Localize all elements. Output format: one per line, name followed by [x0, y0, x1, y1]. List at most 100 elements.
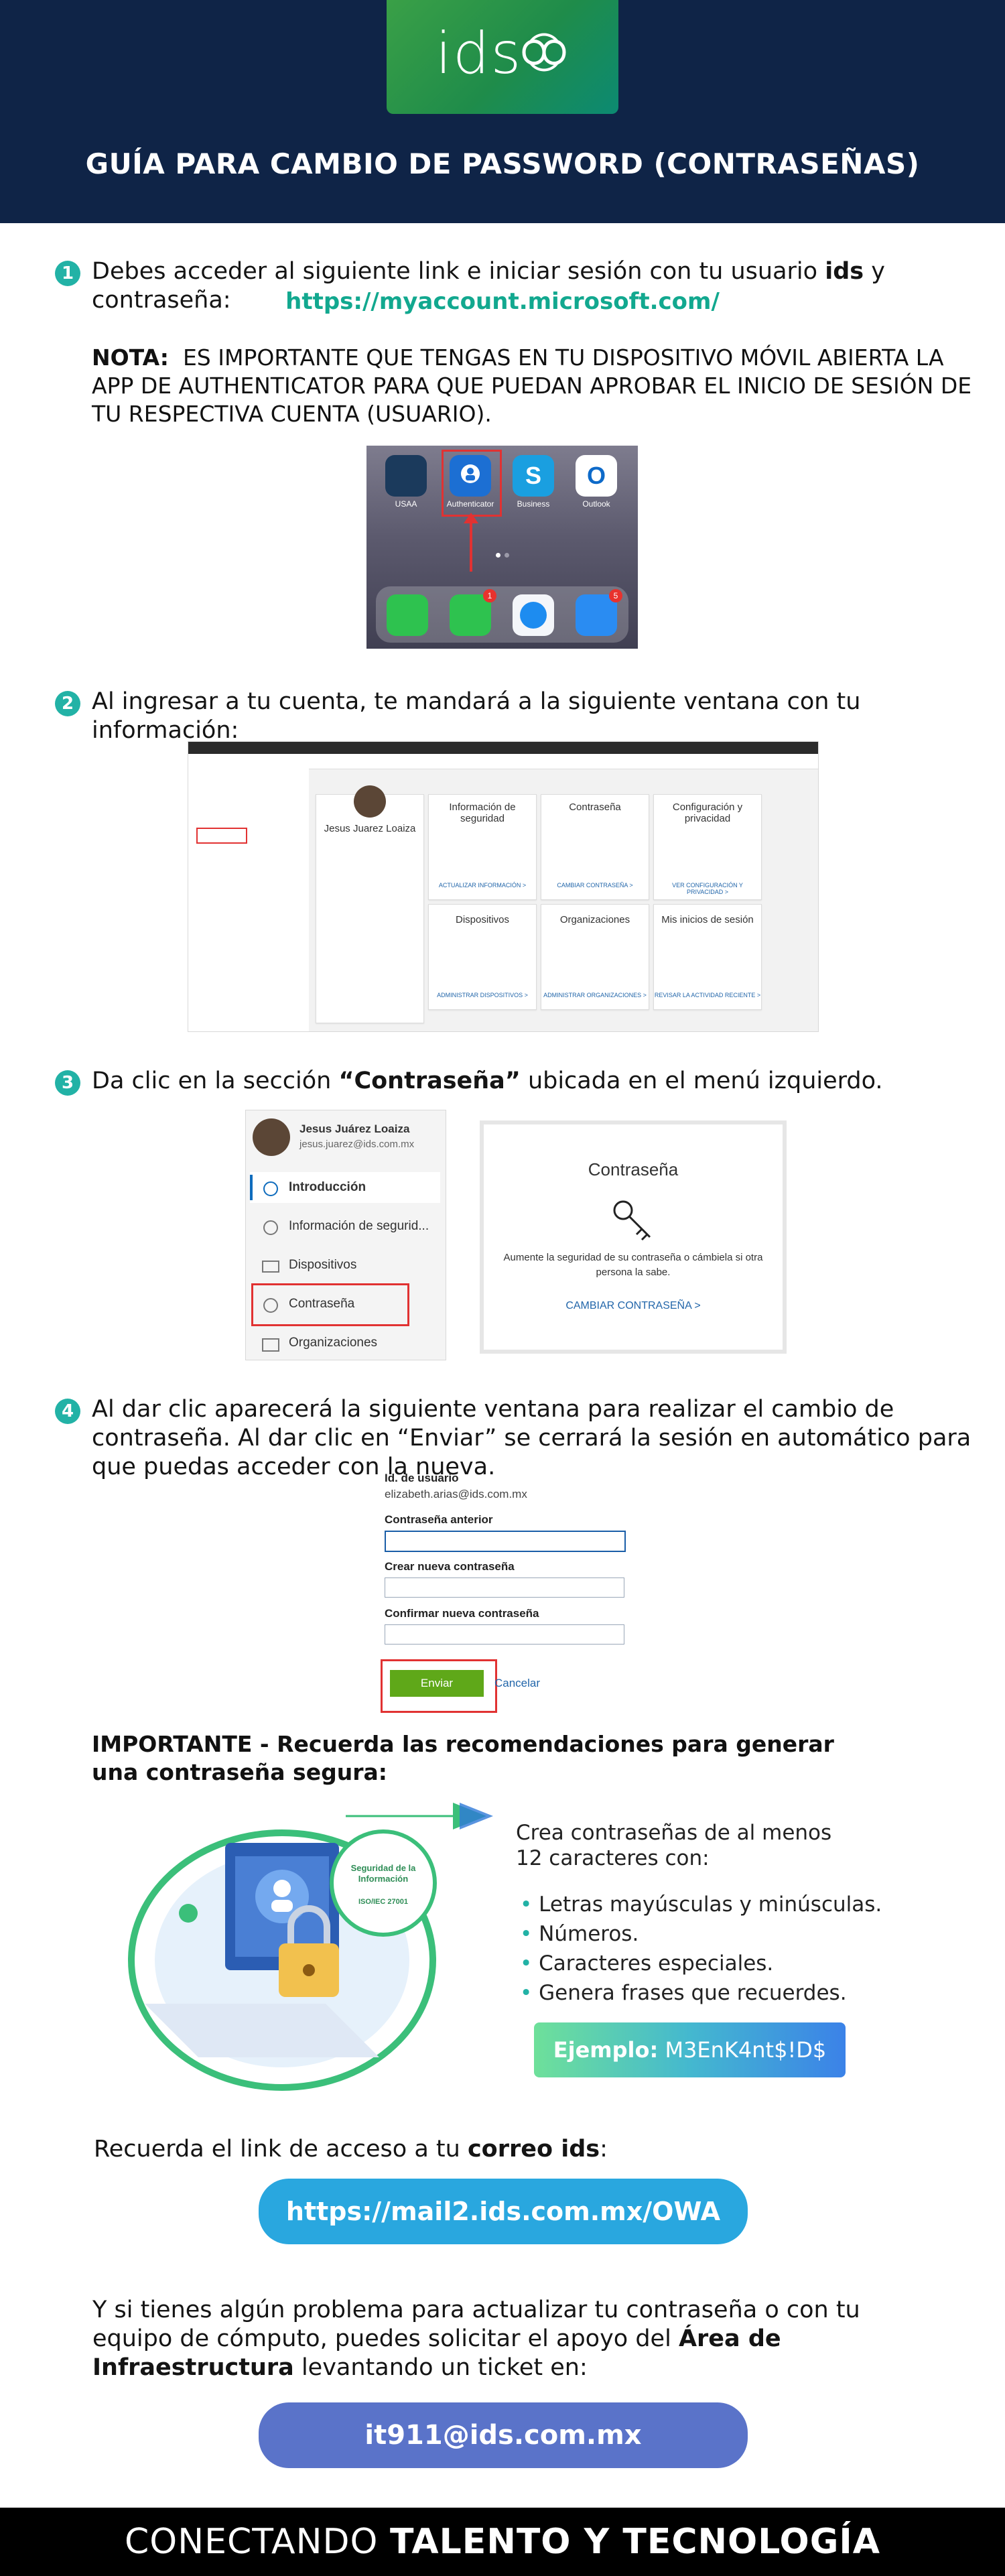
recommendation-intro: Crea contraseñas de al menos 12 caracter…: [516, 1821, 832, 1870]
tile-link[interactable]: REVISAR LA ACTIVIDAD RECIENTE >: [654, 992, 761, 999]
change-password-form: Id. de usuario elizabeth.arias@ids.com.m…: [381, 1472, 639, 1713]
step-3-text-bold: “Contraseña”: [338, 1068, 521, 1094]
page-dot: [496, 553, 500, 558]
left-nav: [188, 769, 309, 1031]
list-item-text: Números.: [539, 1922, 639, 1946]
app-label: Outlook: [582, 499, 610, 509]
security-illustration: [128, 1803, 493, 2091]
step-4-text: Al dar clic aparecerá la siguiente venta…: [92, 1396, 972, 1480]
note-label: NOTA:: [92, 344, 169, 371]
app-label: USAA: [395, 499, 417, 509]
new-password-label: Crear nueva contraseña: [385, 1560, 515, 1573]
support-text-b: levantando un ticket en:: [293, 2354, 588, 2381]
note-text: ES IMPORTANTE QUE TENGAS EN TU DISPOSITI…: [92, 344, 972, 427]
person-icon: [263, 1181, 278, 1196]
avatar: [354, 785, 386, 818]
change-password-link[interactable]: CAMBIAR CONTRASEÑA >: [484, 1300, 783, 1312]
menu-item-intro[interactable]: Introducción: [289, 1180, 366, 1195]
list-item: • Números.: [520, 1922, 639, 1946]
tile-title: Contraseña: [569, 801, 621, 813]
authenticator-highlight: [442, 450, 502, 517]
skype-business-icon: S: [513, 455, 554, 497]
old-password-input[interactable]: [385, 1531, 626, 1552]
mail-text-bold: correo ids: [467, 2136, 600, 2163]
step-3-text-b: ubicada en el menú izquierdo.: [520, 1068, 883, 1094]
myaccount-screenshot: Jesus Juarez Loaiza Información de segur…: [188, 741, 819, 1032]
security-icon: [263, 1220, 278, 1235]
messages-badge: 1: [483, 589, 496, 602]
menu-item-devices[interactable]: Dispositivos: [289, 1258, 356, 1273]
step-3-number: 3: [55, 1070, 80, 1096]
user-email: jesus.juarez@ids.com.mx: [299, 1139, 415, 1150]
tile-link[interactable]: CAMBIAR CONTRASEÑA >: [541, 882, 649, 889]
seal-iso: ISO/IEC 27001: [358, 1898, 408, 1906]
mail-badge: 5: [609, 589, 622, 602]
step-4-number: 4: [55, 1399, 80, 1424]
side-menu-screenshot: Jesus Juárez Loaiza jesus.juarez@ids.com…: [245, 1110, 446, 1360]
mail-text: Recuerda el link de acceso a tu correo i…: [94, 2135, 965, 2164]
user-id-value: elizabeth.arias@ids.com.mx: [385, 1488, 527, 1500]
avatar: [253, 1118, 290, 1156]
mail-text-a: Recuerda el link de acceso a tu: [94, 2136, 468, 2163]
profile-name: Jesus Juarez Loaiza: [324, 823, 416, 834]
arrow-head: [464, 513, 478, 523]
tile-link[interactable]: ADMINISTRAR DISPOSITIVOS >: [429, 992, 536, 999]
active-indicator: [250, 1175, 253, 1200]
step-1-text-a: Debes acceder al siguiente link e inicia…: [92, 258, 825, 285]
tile-link[interactable]: ADMINISTRAR ORGANIZACIONES >: [541, 992, 649, 999]
card-title: Contraseña: [588, 1159, 679, 1179]
list-item-text: Letras mayúsculas y minúsculas.: [539, 1892, 882, 1917]
menu-item-password[interactable]: Contraseña: [289, 1297, 354, 1311]
tile-title: Información de seguridad: [449, 801, 516, 824]
password-card[interactable]: Contraseña Aumente la seguridad de su co…: [480, 1120, 787, 1354]
tile-link[interactable]: VER CONFIGURACIÓN Y PRIVACIDAD >: [654, 882, 761, 895]
authenticator-screenshot: USAA Authenticator S Business O Outlook …: [366, 446, 638, 649]
list-item: • Caracteres especiales.: [520, 1951, 774, 1976]
menu-item-security[interactable]: Información de segurid...: [289, 1219, 429, 1234]
footer-text-bold: TALENTO Y TECNOLOGÍA: [389, 2522, 881, 2562]
tile-security[interactable]: Información de seguridad ACTUALIZAR INFO…: [428, 794, 537, 900]
tile-organizations[interactable]: Organizaciones ADMINISTRAR ORGANIZACIONE…: [541, 904, 649, 1010]
tile-title: Dispositivos: [455, 914, 510, 925]
important-note: IMPORTANTE - Recuerda las recomendacione…: [92, 1730, 882, 1787]
note: NOTA: ES IMPORTANTE QUE TENGAS EN TU DIS…: [92, 344, 976, 428]
page-title: GUÍA PARA CAMBIO DE PASSWORD (CONTRASEÑA…: [85, 147, 920, 180]
example-label: Ejemplo:: [553, 2037, 659, 2063]
arrow-up-icon: [470, 515, 472, 572]
profile-card: Jesus Juarez Loaiza: [316, 785, 424, 1023]
list-item-text: Genera frases que recuerdes.: [539, 1981, 847, 2005]
step-2-text: Al ingresar a tu cuenta, te mandará a la…: [92, 688, 861, 744]
new-password-input[interactable]: [385, 1577, 624, 1598]
tile-title: Configuración y privacidad: [672, 801, 743, 824]
example-value: M3EnK4nt$!D$: [665, 2037, 827, 2063]
key-icon: [263, 1298, 278, 1313]
tile-password[interactable]: Contraseña CAMBIAR CONTRASEÑA >: [541, 794, 649, 900]
myaccount-link[interactable]: https://myaccount.microsoft.com/: [0, 288, 1005, 315]
phone-app-icon: [387, 594, 428, 636]
logo-knot-icon: [522, 33, 566, 72]
laptop-icon: [262, 1261, 279, 1273]
confirm-password-input[interactable]: [385, 1624, 624, 1645]
recommendation-list: • Letras mayúsculas y minúsculas. • Núme…: [520, 1890, 895, 2008]
submit-button[interactable]: Enviar: [390, 1670, 484, 1697]
iso-seal: Seguridad de la Información ISO/IEC 2700…: [330, 1829, 437, 1937]
tile-settings[interactable]: Configuración y privacidad VER CONFIGURA…: [653, 794, 762, 900]
tile-link[interactable]: ACTUALIZAR INFORMACIÓN >: [429, 882, 536, 889]
key-icon: [613, 1200, 651, 1241]
menu-item-organizations[interactable]: Organizaciones: [289, 1336, 377, 1350]
page-dot: [505, 553, 509, 558]
mail-link-button[interactable]: https://mail2.ids.com.mx/OWA: [259, 2179, 748, 2244]
safari-app-icon: [513, 594, 554, 636]
step-3-text-a: Da clic en la sección: [92, 1068, 339, 1094]
seal-text: Seguridad de la Información: [350, 1863, 416, 1884]
example-badge: Ejemplo: M3EnK4nt$!D$: [534, 2022, 846, 2077]
footer-text-a: CONECTANDO: [124, 2522, 390, 2562]
tile-devices[interactable]: Dispositivos ADMINISTRAR DISPOSITIVOS >: [428, 904, 537, 1010]
list-item: • Genera frases que recuerdes.: [520, 1981, 847, 2005]
tile-signins[interactable]: Mis inicios de sesión REVISAR LA ACTIVID…: [653, 904, 762, 1010]
step-3-text: Da clic en la sección “Contraseña” ubica…: [92, 1067, 983, 1096]
tile-title: Organizaciones: [559, 914, 630, 925]
support-email-button[interactable]: it911@ids.com.mx: [259, 2402, 748, 2468]
cancel-link[interactable]: Cancelar: [494, 1677, 540, 1690]
card-desc: Aumente la seguridad de su contraseña o …: [503, 1252, 763, 1278]
